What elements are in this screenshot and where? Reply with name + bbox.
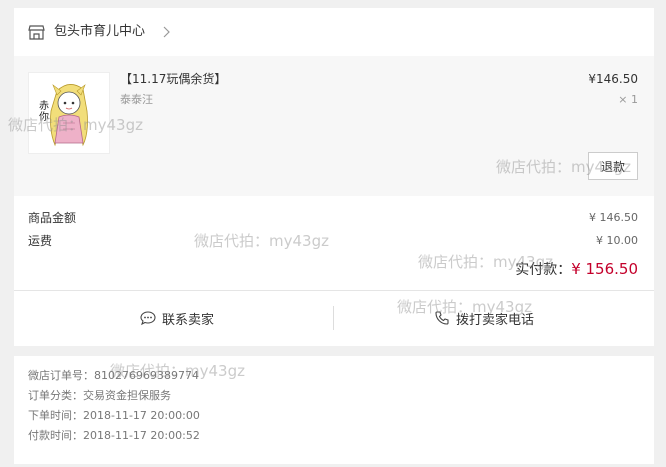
shipping-value: ¥ 10.00: [596, 234, 638, 247]
shop-header[interactable]: 包头市育儿中心: [14, 8, 654, 56]
call-seller-button[interactable]: 拨打卖家电话: [434, 304, 534, 332]
paid-value: ¥ 156.50: [571, 260, 638, 278]
product-item[interactable]: 赤你 【11.17玩偶余货】 泰泰汪 ¥146.50 × 1 退款: [14, 56, 654, 196]
paid-amount: 实付款：¥ 156.50: [515, 258, 638, 281]
order-card: 包头市育儿中心 赤你 【11.17玩偶余货】 泰泰汪 ¥146.50 × 1 退…: [14, 8, 654, 346]
product-thumbnail[interactable]: 赤你: [28, 72, 110, 154]
order-number: 微店订单号：810276969389774: [28, 369, 199, 382]
chevron-right-icon: [163, 26, 170, 38]
shop-icon: [28, 25, 45, 40]
shop-name[interactable]: 包头市育儿中心: [54, 22, 145, 42]
call-seller-label: 拨打卖家电话: [456, 312, 535, 328]
shipping-label: 运费: [28, 234, 53, 248]
action-divider: [333, 306, 334, 330]
contact-seller-button[interactable]: 联系卖家: [140, 304, 214, 332]
goods-amount-value: ¥ 146.50: [589, 211, 638, 224]
refund-button[interactable]: 退款: [588, 152, 638, 180]
product-price: ¥146.50: [588, 72, 638, 86]
order-time: 下单时间：2018-11-17 20:00:00: [28, 409, 200, 422]
divider: [14, 290, 654, 291]
phone-icon: [435, 311, 449, 325]
product-title[interactable]: 【11.17玩偶余货】: [120, 70, 226, 88]
paid-label: 实付款：: [515, 262, 572, 278]
goods-amount-label: 商品金额: [28, 211, 77, 225]
order-info-card: 微店订单号：810276969389774 订单分类：交易资金担保服务 下单时间…: [14, 356, 654, 464]
product-variant: 泰泰汪: [120, 93, 153, 106]
image-caption: 赤你: [39, 101, 49, 123]
order-category: 订单分类：交易资金担保服务: [28, 389, 171, 402]
payment-time: 付款时间：2018-11-17 20:00:52: [28, 429, 200, 442]
contact-seller-label: 联系卖家: [162, 312, 215, 328]
product-quantity: × 1: [618, 93, 638, 106]
chat-bubble-icon: [140, 311, 156, 326]
